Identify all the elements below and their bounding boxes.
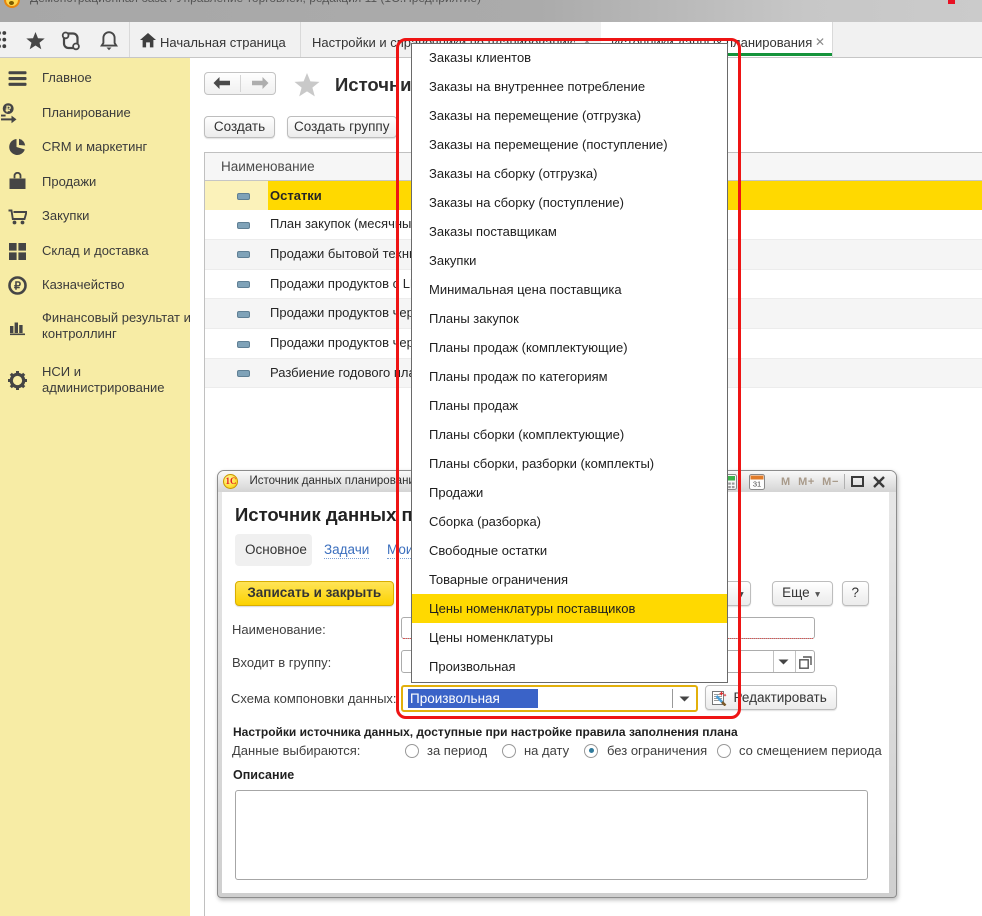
svg-text:₽: ₽ (14, 280, 21, 292)
svg-text:₽: ₽ (5, 104, 11, 114)
svg-text:31: 31 (752, 480, 760, 489)
